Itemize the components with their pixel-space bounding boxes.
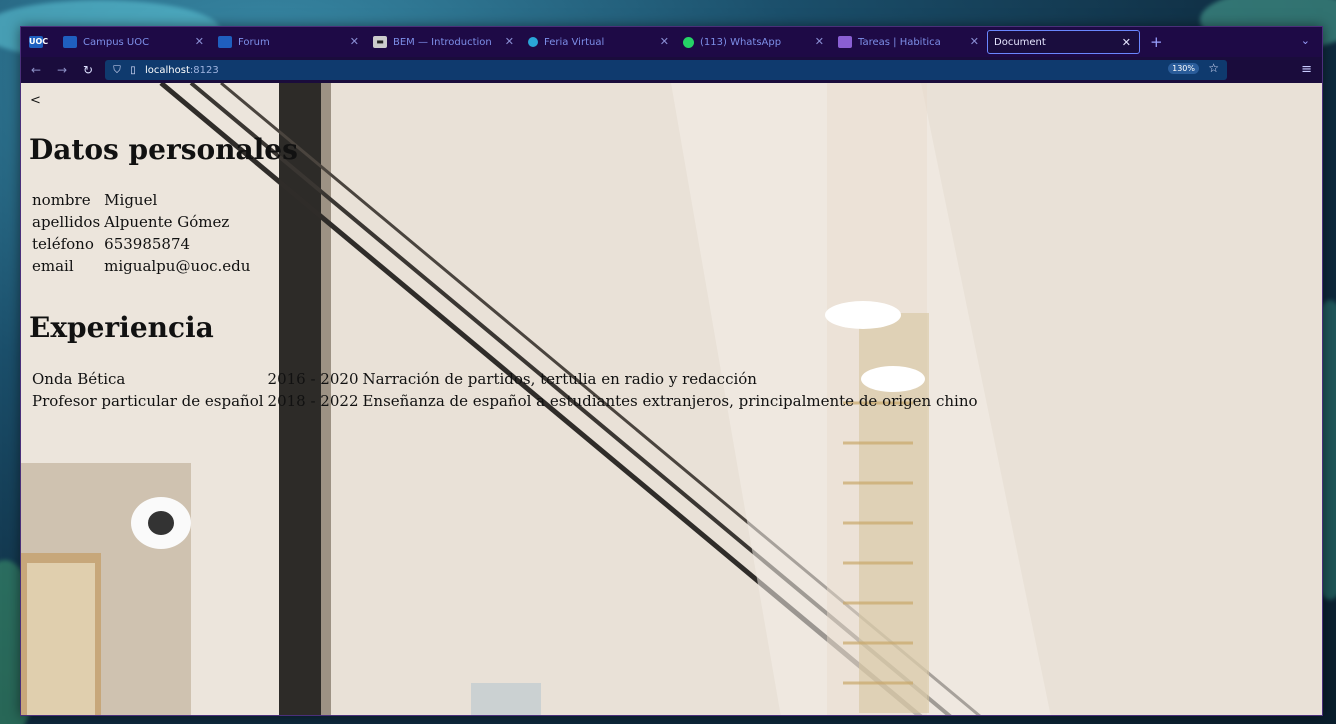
personal-data-table: nombre Miguel apellidos Alpuente Gómez t…: [29, 188, 253, 278]
reload-icon[interactable]: ↻: [77, 63, 99, 77]
zoom-level-badge[interactable]: 130%: [1168, 63, 1199, 74]
uoc-logo-icon: UOC: [29, 36, 49, 48]
field-value: Alpuente Gómez: [104, 213, 230, 231]
experience-company: Profesor particular de español: [32, 392, 264, 410]
close-icon[interactable]: ✕: [815, 35, 824, 48]
browser-window: UOC Campus UOC ✕ Forum ✕ ▬ BEM — Introdu…: [20, 26, 1323, 716]
hamburger-menu-icon[interactable]: ≡: [1301, 62, 1312, 77]
tab-uoc-pinned[interactable]: UOC: [21, 29, 57, 55]
tab-label: Forum: [238, 36, 270, 48]
table-row: apellidos Alpuente Gómez: [31, 212, 251, 232]
close-icon[interactable]: ✕: [505, 35, 514, 48]
tab-forum[interactable]: Forum ✕: [212, 29, 367, 55]
page-icon: ▯: [130, 64, 136, 76]
table-row: teléfono 653985874: [31, 234, 251, 254]
whatsapp-icon: [683, 36, 694, 48]
tab-habitica[interactable]: Tareas | Habitica ✕: [832, 29, 987, 55]
experience-years: 2018 - 2022: [267, 392, 359, 410]
tab-label: Document: [994, 36, 1046, 48]
table-row: email migualpu@uoc.edu: [31, 256, 251, 276]
experience-company: Onda Bética: [32, 370, 126, 388]
tab-bem[interactable]: ▬ BEM — Introduction ✕: [367, 29, 522, 55]
personal-data-heading: Datos personales: [29, 133, 298, 166]
field-label: teléfono: [32, 235, 94, 253]
field-value: migualpu@uoc.edu: [104, 257, 251, 275]
field-label: nombre: [32, 191, 91, 209]
experience-heading: Experiencia: [29, 311, 214, 344]
field-label: email: [32, 257, 74, 275]
tab-campus-uoc[interactable]: Campus UOC ✕: [57, 29, 212, 55]
nav-bar: ← → ↻ ⛉ ▯ localhost :8123 130% ☆ ≡: [21, 57, 1322, 83]
experience-table: Onda Bética 2016 - 2020 Narración de par…: [29, 367, 981, 413]
table-row: Profesor particular de español 2018 - 20…: [31, 391, 979, 411]
url-port: :8123: [189, 64, 219, 76]
forward-arrow-icon[interactable]: →: [51, 63, 73, 77]
close-icon[interactable]: ✕: [195, 35, 204, 48]
field-value: Miguel: [104, 191, 158, 209]
uoc-icon: [63, 36, 77, 48]
new-tab-button[interactable]: +: [1150, 33, 1163, 51]
uoc-icon: [218, 36, 232, 48]
experience-description: Enseñanza de español a estudiantes extra…: [362, 392, 978, 410]
page-content: < Datos personales nombre Miguel apellid…: [21, 83, 1322, 715]
shield-icon[interactable]: ⛉: [109, 65, 125, 76]
tab-label: Tareas | Habitica: [858, 36, 941, 48]
table-row: nombre Miguel: [31, 190, 251, 210]
experience-years: 2016 - 2020: [267, 370, 359, 388]
back-arrow-icon[interactable]: ←: [25, 63, 47, 77]
close-icon[interactable]: ✕: [1122, 36, 1131, 49]
field-value: 653985874: [104, 235, 191, 253]
bem-icon: ▬: [373, 36, 387, 48]
feria-icon: [528, 37, 538, 47]
tab-label: (113) WhatsApp: [700, 36, 782, 48]
url-host: localhost: [145, 64, 190, 76]
habitica-icon: [838, 36, 852, 48]
tab-whatsapp[interactable]: (113) WhatsApp ✕: [677, 29, 832, 55]
tab-bar: UOC Campus UOC ✕ Forum ✕ ▬ BEM — Introdu…: [21, 27, 1322, 57]
back-link[interactable]: <: [30, 93, 41, 108]
field-label: apellidos: [32, 213, 101, 231]
tab-label: Feria Virtual: [544, 36, 605, 48]
tab-feria-virtual[interactable]: Feria Virtual ✕: [522, 29, 677, 55]
tab-document[interactable]: Document ✕: [987, 30, 1140, 54]
tab-label: Campus UOC: [83, 36, 150, 48]
bookmark-star-icon[interactable]: ☆: [1208, 61, 1219, 75]
experience-description: Narración de partidos, tertulia en radio…: [362, 370, 757, 388]
address-bar[interactable]: ⛉ ▯ localhost :8123 130% ☆: [105, 60, 1227, 80]
tab-label: BEM — Introduction: [393, 36, 492, 48]
table-row: Onda Bética 2016 - 2020 Narración de par…: [31, 369, 979, 389]
page-viewport: < Datos personales nombre Miguel apellid…: [21, 83, 1322, 715]
chevron-down-icon[interactable]: ⌄: [1301, 34, 1310, 47]
close-icon[interactable]: ✕: [660, 35, 669, 48]
close-icon[interactable]: ✕: [970, 35, 979, 48]
close-icon[interactable]: ✕: [350, 35, 359, 48]
